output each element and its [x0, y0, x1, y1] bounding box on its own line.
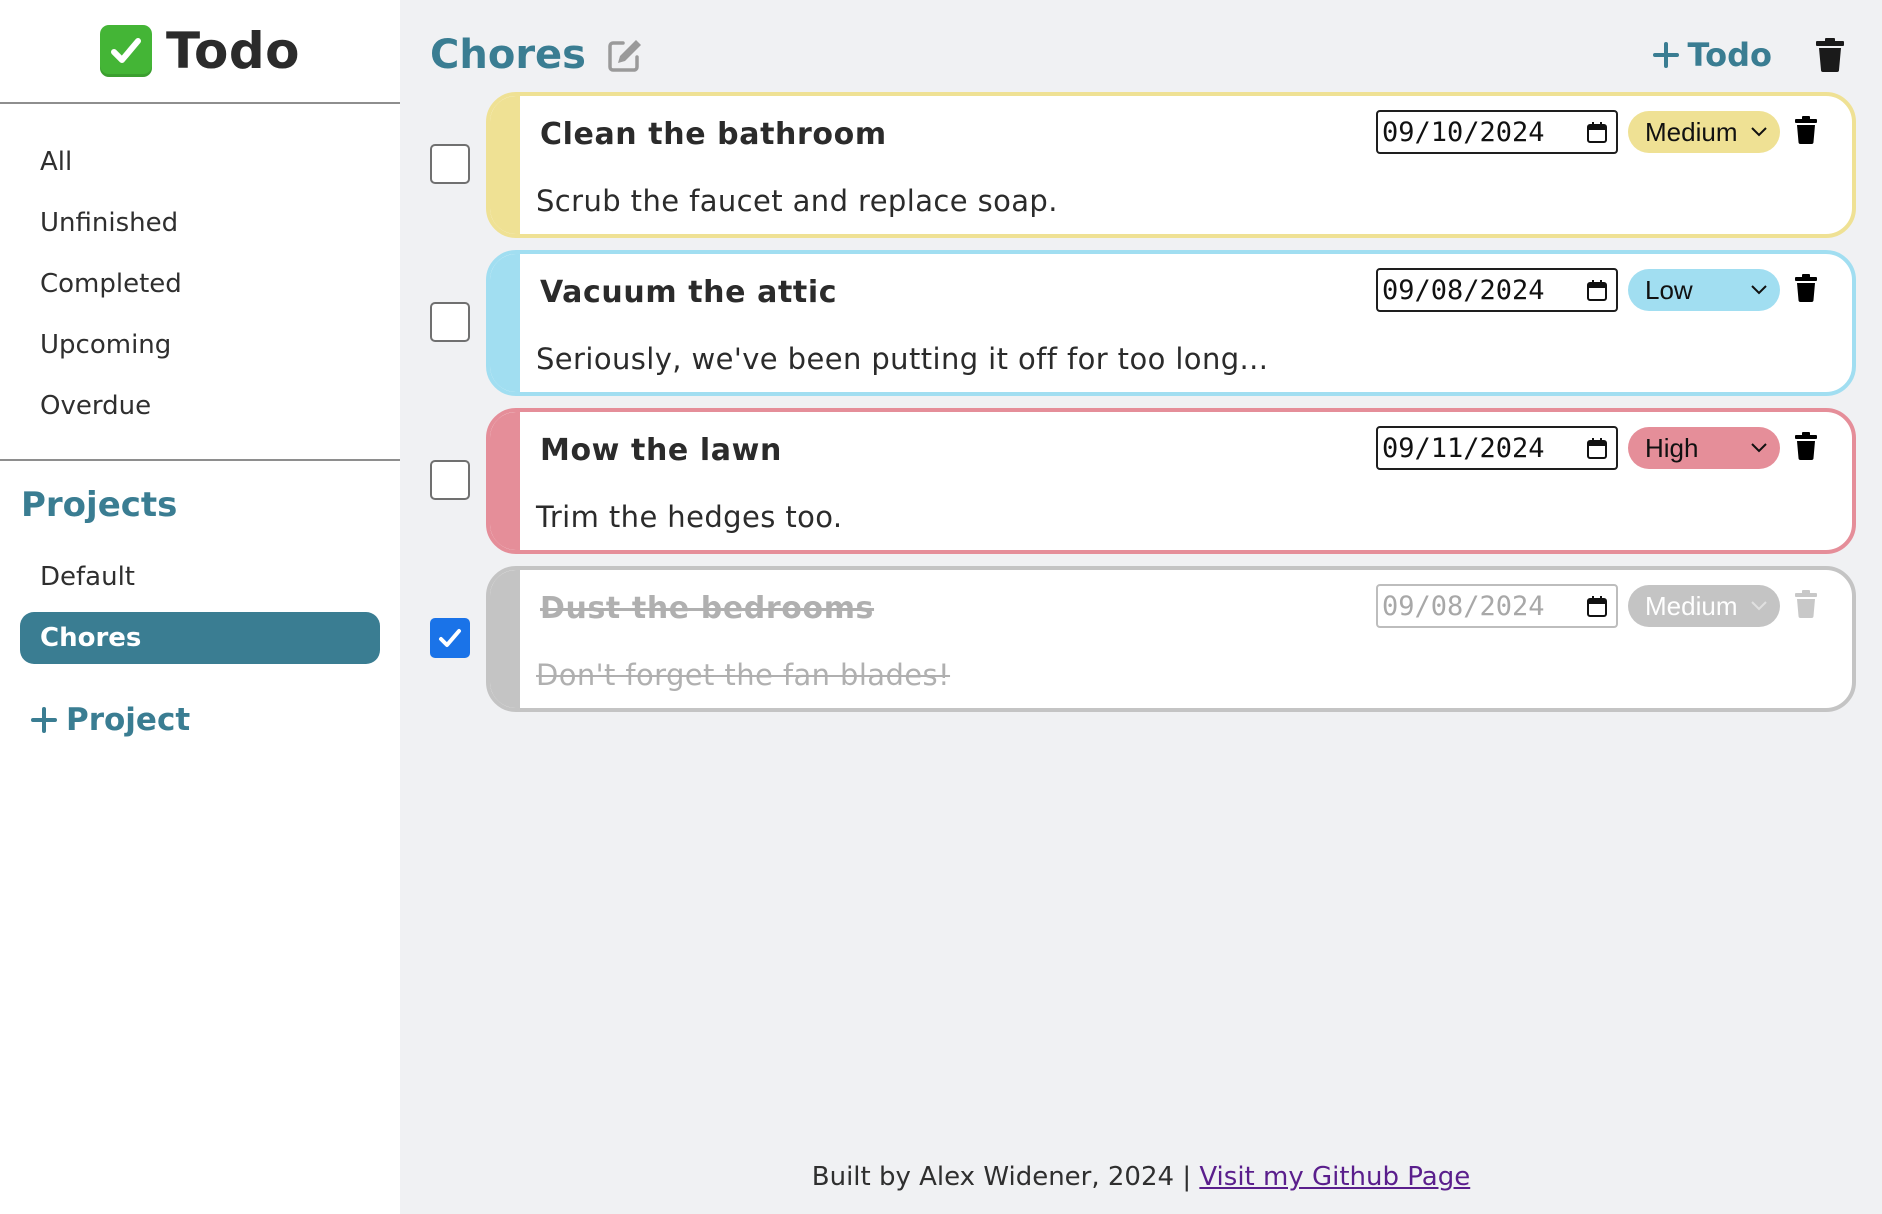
priority-value: Medium [1645, 590, 1738, 621]
chevron-down-icon [1751, 443, 1767, 453]
priority-select[interactable]: High [1628, 427, 1780, 469]
filter-nav: All Unfinished Completed Upcoming Overdu… [0, 104, 400, 461]
todo-description[interactable]: Scrub the faucet and replace soap. [536, 184, 1058, 218]
project-item-default[interactable]: Default [20, 551, 380, 603]
add-project-button[interactable]: Project [30, 702, 400, 738]
priority-select[interactable]: Medium [1628, 111, 1780, 153]
app-brand: Todo [0, 0, 400, 104]
calendar-icon[interactable] [1586, 122, 1608, 144]
todo-checkbox[interactable] [430, 302, 470, 342]
priority-stripe [490, 570, 520, 708]
plus-icon [31, 707, 57, 733]
todo-description[interactable]: Trim the hedges too. [536, 500, 842, 534]
todo-card: Mow the lawn Trim the hedges too. 09/11/… [486, 408, 1856, 554]
trash-icon[interactable] [1794, 432, 1818, 460]
todo-item: Vacuum the attic Seriously, we've been p… [430, 250, 1856, 396]
chevron-down-icon [1751, 127, 1767, 137]
github-link[interactable]: Visit my Github Page [1199, 1162, 1470, 1192]
trash-icon[interactable] [1794, 590, 1818, 618]
due-date-value: 09/08/2024 [1382, 590, 1545, 622]
app-title: Todo [166, 22, 300, 80]
priority-value: High [1645, 432, 1699, 463]
todo-card: Dust the bedrooms Don't forget the fan b… [486, 566, 1856, 712]
priority-stripe [490, 254, 520, 392]
main-panel: Chores Todo Clean the bathroom Scrub the… [400, 0, 1882, 1214]
filter-unfinished[interactable]: Unfinished [0, 193, 400, 254]
checkmark-icon [439, 629, 461, 647]
todo-card: Clean the bathroom Scrub the faucet and … [486, 92, 1856, 238]
page-title: Chores [430, 32, 586, 78]
chevron-down-icon [1751, 601, 1767, 611]
calendar-icon[interactable] [1586, 438, 1608, 460]
add-todo-label: Todo [1687, 36, 1772, 74]
filter-overdue[interactable]: Overdue [0, 376, 400, 437]
main-header: Chores Todo [430, 30, 1846, 80]
add-project-label: Project [66, 702, 191, 738]
todo-title[interactable]: Vacuum the attic [540, 275, 837, 310]
chevron-down-icon [1751, 285, 1767, 295]
edit-icon[interactable] [606, 36, 644, 74]
filter-all[interactable]: All [0, 132, 400, 193]
todo-checkbox[interactable] [430, 618, 470, 658]
add-todo-button[interactable]: Todo [1652, 36, 1772, 74]
todo-checkbox[interactable] [430, 144, 470, 184]
due-date-value: 09/10/2024 [1382, 116, 1545, 148]
footer-text: Built by Alex Widener, 2024 | [811, 1162, 1200, 1192]
priority-stripe [490, 96, 520, 234]
sidebar: Todo All Unfinished Completed Upcoming O… [0, 0, 400, 1214]
due-date-input[interactable]: 09/08/2024 [1376, 584, 1618, 628]
due-date-input[interactable]: 09/10/2024 [1376, 110, 1618, 154]
todo-card: Vacuum the attic Seriously, we've been p… [486, 250, 1856, 396]
trash-icon[interactable] [1794, 274, 1818, 302]
todo-title[interactable]: Dust the bedrooms [540, 591, 874, 626]
due-date-input[interactable]: 09/08/2024 [1376, 268, 1618, 312]
check-mark-button-icon [100, 25, 153, 77]
todo-title[interactable]: Clean the bathroom [540, 117, 887, 152]
filter-completed[interactable]: Completed [0, 254, 400, 315]
due-date-value: 09/08/2024 [1382, 274, 1545, 306]
priority-select[interactable]: Low [1628, 269, 1780, 311]
projects-heading: Projects [21, 485, 178, 525]
todo-description[interactable]: Don't forget the fan blades! [536, 658, 950, 692]
trash-icon[interactable] [1814, 37, 1846, 73]
calendar-icon[interactable] [1586, 280, 1608, 302]
trash-icon[interactable] [1794, 116, 1818, 144]
todo-checkbox[interactable] [430, 460, 470, 500]
due-date-input[interactable]: 09/11/2024 [1376, 426, 1618, 470]
project-item-chores[interactable]: Chores [20, 612, 380, 664]
due-date-value: 09/11/2024 [1382, 432, 1545, 464]
priority-stripe [490, 412, 520, 550]
plus-icon [1652, 42, 1679, 68]
footer: Built by Alex Widener, 2024 | Visit my G… [400, 1162, 1882, 1192]
todo-item: Dust the bedrooms Don't forget the fan b… [430, 566, 1856, 712]
todo-description[interactable]: Seriously, we've been putting it off for… [536, 342, 1268, 376]
priority-value: Low [1645, 274, 1693, 305]
filter-upcoming[interactable]: Upcoming [0, 315, 400, 376]
priority-select[interactable]: Medium [1628, 585, 1780, 627]
calendar-icon[interactable] [1586, 596, 1608, 618]
todo-item: Mow the lawn Trim the hedges too. 09/11/… [430, 408, 1856, 554]
todo-title[interactable]: Mow the lawn [540, 433, 782, 468]
todo-item: Clean the bathroom Scrub the faucet and … [430, 92, 1856, 238]
priority-value: Medium [1645, 116, 1738, 147]
